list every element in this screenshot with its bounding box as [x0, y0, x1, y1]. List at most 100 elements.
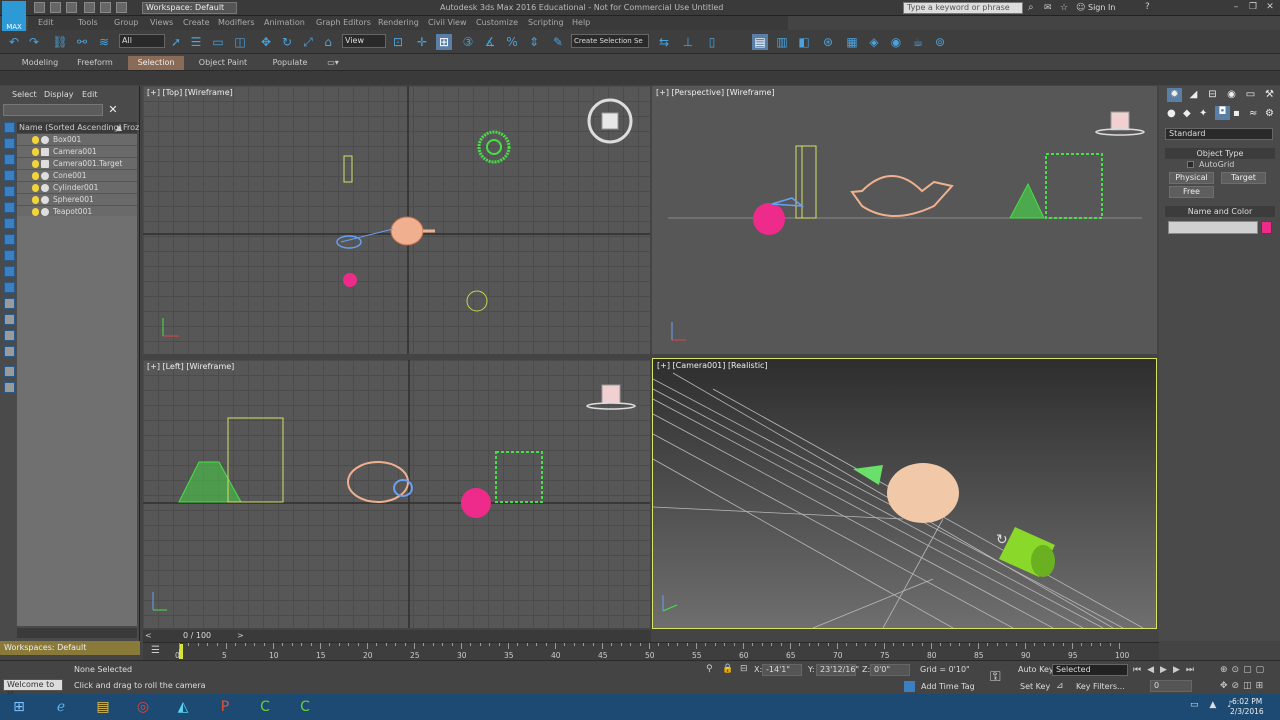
mini-curve-editor-icon[interactable]: ☰ [151, 645, 160, 656]
menu-scripting[interactable]: Scripting [528, 18, 564, 27]
redo-icon[interactable] [100, 2, 111, 13]
key-mode-selection-dropdown[interactable]: Selected [1052, 664, 1128, 676]
current-frame-field[interactable]: 0 [1150, 680, 1192, 692]
tab-modeling[interactable]: Modeling [8, 56, 72, 70]
horizontal-scrollbar[interactable] [17, 628, 137, 638]
viewport-top[interactable]: [+] [Top] [Wireframe] [143, 86, 650, 354]
edit-named-selection-icon[interactable]: ✎ [550, 34, 566, 50]
align-icon[interactable]: ⊥ [680, 34, 696, 50]
display-none-icon[interactable] [4, 330, 15, 341]
filter-funnel-icon[interactable] [4, 366, 15, 377]
sphere-object[interactable] [461, 488, 491, 518]
menu-tools[interactable]: Tools [78, 18, 98, 27]
new-scene-icon[interactable] [34, 2, 45, 13]
select-and-place-icon[interactable]: ⌂ [320, 34, 336, 50]
menu-views[interactable]: Views [150, 18, 173, 27]
workspace-selector[interactable]: Workspaces: Default [0, 641, 140, 655]
pivot-point-center-icon[interactable]: ⊡ [390, 34, 406, 50]
filter-xrefs-icon[interactable] [4, 234, 15, 245]
spinner-snap-icon[interactable]: ⇕ [526, 34, 542, 50]
visibility-bulb-icon[interactable] [32, 208, 39, 216]
sphere-object[interactable] [343, 273, 357, 287]
visibility-bulb-icon[interactable] [32, 148, 39, 156]
file-explorer-icon[interactable]: ▤ [88, 696, 118, 718]
helpers-category-icon[interactable]: ▪ [1233, 108, 1240, 119]
toggle-layer-explorer-icon[interactable]: ▤ [752, 34, 768, 50]
camera-object[interactable] [336, 235, 362, 249]
menu-animation[interactable]: Animation [264, 18, 305, 27]
cylinder-object[interactable] [495, 451, 543, 503]
visibility-bulb-icon[interactable] [32, 172, 39, 180]
minimize-button[interactable]: – [1228, 1, 1244, 14]
viewcube-top-face[interactable] [601, 112, 619, 130]
mirror-icon[interactable]: ⇆ [656, 34, 672, 50]
3dsmax-taskbar-icon[interactable]: ◭ [168, 696, 198, 718]
time-tag-icon[interactable] [904, 681, 915, 692]
menu-rendering[interactable]: Rendering [378, 18, 419, 27]
time-slider[interactable]: < 0 / 100 > [143, 630, 651, 642]
bind-to-space-warp-icon[interactable]: ≋ [96, 34, 112, 50]
select-by-name-icon[interactable]: ☰ [188, 34, 204, 50]
cylinder-object[interactable] [1045, 153, 1103, 219]
default-in-out-tangents-icon[interactable]: ⊿ [1056, 681, 1064, 691]
menu-customize[interactable]: Customize [476, 18, 518, 27]
sphere-object[interactable] [753, 203, 785, 235]
toggle-ribbon-icon[interactable]: ▥ [774, 34, 790, 50]
playback-controls[interactable]: ⏮◀▶▶⏭ [1133, 665, 1200, 675]
angle-snap-icon[interactable]: ∡ [482, 34, 498, 50]
rendered-frame-window-icon[interactable]: ◉ [888, 34, 904, 50]
camera-object[interactable] [771, 197, 805, 207]
motion-tab-icon[interactable]: ◉ [1224, 88, 1239, 102]
hierarchy-tab-icon[interactable]: ⊟ [1205, 88, 1220, 102]
set-key-button[interactable]: Set Key [1020, 682, 1050, 691]
viewport-left[interactable]: [+] [Left] [Wireframe] [143, 360, 650, 628]
selection-filter-dropdown[interactable]: All [119, 34, 165, 48]
absolute-mode-icon[interactable]: ⊟ [740, 664, 748, 674]
cone-object[interactable] [178, 461, 242, 503]
filter-cameras-icon[interactable] [4, 170, 15, 181]
save-file-icon[interactable] [66, 2, 77, 13]
scene-explorer-menu-display[interactable]: Display [44, 90, 74, 99]
unlink-selection-icon[interactable]: ⚯ [74, 34, 90, 50]
sign-in-link[interactable]: Sign In [1088, 3, 1115, 12]
menu-civil-view[interactable]: Civil View [428, 18, 467, 27]
viewcube-face[interactable] [1110, 111, 1130, 131]
filter-frozen-icon[interactable] [4, 282, 15, 293]
menu-create[interactable]: Create [183, 18, 210, 27]
target-camera-button[interactable]: Target [1221, 172, 1266, 184]
open-file-icon[interactable] [50, 2, 61, 13]
systems-category-icon[interactable]: ⚙ [1265, 108, 1274, 119]
select-and-scale-icon[interactable]: ⤢ [300, 34, 316, 50]
menu-group[interactable]: Group [114, 18, 138, 27]
filter-shapes-icon[interactable] [4, 138, 15, 149]
curve-editor-icon[interactable]: ◧ [796, 34, 812, 50]
time-slider-next-icon[interactable]: > [237, 631, 244, 640]
powerpoint-icon[interactable]: P [210, 696, 240, 718]
physical-camera-button[interactable]: Physical [1169, 172, 1214, 184]
reference-coordinate-dropdown[interactable]: View [342, 34, 386, 48]
box-object[interactable] [795, 145, 817, 219]
viewport-label-camera[interactable]: [+] [Camera001] [Realistic] [657, 361, 768, 370]
key-filters-button[interactable]: Key Filters... [1076, 682, 1125, 691]
object-type-rollout-header[interactable]: Object Type [1165, 148, 1275, 159]
viewport-label-left[interactable]: [+] [Left] [Wireframe] [147, 362, 234, 371]
cameras-category-icon[interactable]: ◘ [1215, 106, 1230, 120]
teapot-object[interactable] [887, 463, 959, 523]
y-coord-field[interactable]: 23'12/16" [816, 664, 859, 676]
filter-helpers-icon[interactable] [4, 186, 15, 197]
geometry-category-icon[interactable]: ● [1167, 108, 1176, 119]
workspace-dropdown[interactable]: Workspace: Default [142, 2, 237, 14]
window-crossing-icon[interactable]: ◫ [232, 34, 248, 50]
track-bar[interactable]: ☰ 0 5 10 15 20 25 30 35 40 45 50 55 60 65 70 75 80 85 90 95… [143, 642, 1159, 660]
add-time-tag-button[interactable]: Add Time Tag [921, 682, 975, 691]
isolate-selection-icon[interactable]: ⚲ [706, 664, 713, 674]
visibility-bulb-icon[interactable] [32, 160, 39, 168]
autogrid-checkbox[interactable] [1187, 161, 1194, 168]
viewport-perspective[interactable]: [+] [Perspective] [Wireframe] [652, 86, 1157, 354]
cone-object[interactable] [1009, 182, 1045, 219]
render-production-icon[interactable]: ☕ [910, 34, 926, 50]
close-button[interactable]: ✕ [1262, 1, 1278, 14]
scene-explorer-menu-select[interactable]: Select [12, 90, 37, 99]
list-item[interactable]: Camera001.Target [17, 158, 137, 170]
viewport-label-top[interactable]: [+] [Top] [Wireframe] [147, 88, 233, 97]
